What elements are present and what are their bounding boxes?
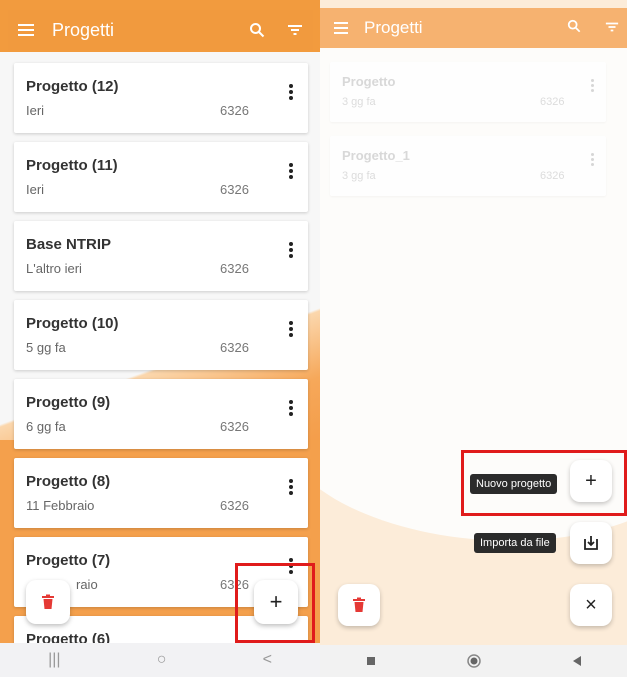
project-code: 6326 bbox=[540, 96, 565, 108]
project-code: 6326 bbox=[220, 498, 249, 513]
project-date: 6 gg fa bbox=[26, 419, 66, 434]
project-name: Progetto (11) bbox=[26, 157, 118, 174]
project-name: Progetto bbox=[342, 74, 396, 89]
more-options-icon[interactable] bbox=[288, 162, 294, 180]
project-date: 5 gg fa bbox=[26, 340, 66, 355]
back-button[interactable] bbox=[572, 655, 582, 667]
project-date: L'altro ieri bbox=[26, 261, 82, 276]
menu-icon[interactable] bbox=[334, 19, 348, 37]
back-button[interactable]: < bbox=[263, 651, 272, 669]
project-code: 6326 bbox=[220, 340, 249, 355]
recent-apps-button[interactable]: ||| bbox=[48, 651, 60, 669]
project-card[interactable]: Progetto (9) 6 gg fa 6326 bbox=[14, 379, 308, 449]
page-title: Progetti bbox=[52, 19, 115, 40]
project-date: 3 gg fa bbox=[342, 96, 376, 108]
more-options-icon[interactable] bbox=[288, 241, 294, 259]
import-file-button[interactable] bbox=[570, 522, 612, 564]
left-screen: Progetti Progetto (12) Ieri 6326 Progett… bbox=[0, 0, 320, 677]
project-code: 6326 bbox=[540, 170, 565, 182]
project-card[interactable]: Progetto 3 gg fa 6326 bbox=[330, 62, 606, 122]
project-code: 6326 bbox=[220, 103, 249, 118]
delete-button[interactable] bbox=[26, 580, 70, 624]
project-name: Progetto (10) bbox=[26, 315, 119, 332]
plus-icon: + bbox=[585, 469, 597, 492]
app-bar: Progetti bbox=[8, 10, 313, 50]
new-project-label[interactable]: Nuovo progetto bbox=[470, 474, 558, 494]
project-date: raio bbox=[76, 577, 98, 592]
home-button[interactable] bbox=[466, 654, 481, 668]
close-icon: × bbox=[585, 593, 597, 616]
import-file-label[interactable]: Importa da file bbox=[474, 533, 556, 553]
filter-icon[interactable] bbox=[605, 21, 619, 33]
trash-icon bbox=[353, 597, 365, 612]
search-icon[interactable] bbox=[567, 19, 581, 33]
delete-button[interactable] bbox=[338, 584, 380, 626]
more-options-icon[interactable] bbox=[288, 399, 294, 417]
right-screen: Progetti Progetto 3 gg fa 6326 Progetto_… bbox=[320, 0, 627, 677]
project-date: Ieri bbox=[26, 103, 45, 118]
project-name: Progetto_1 bbox=[342, 148, 410, 163]
project-name: Progetto (12) bbox=[26, 78, 119, 95]
project-card[interactable]: Base NTRIP L'altro ieri 6326 bbox=[14, 221, 308, 291]
more-options-icon[interactable] bbox=[590, 78, 594, 94]
project-code: 6326 bbox=[220, 261, 249, 276]
highlight-box bbox=[235, 563, 315, 643]
home-button[interactable]: ○ bbox=[157, 651, 167, 669]
page-title: Progetti bbox=[364, 18, 423, 37]
project-name: Base NTRIP bbox=[26, 236, 112, 253]
new-project-button[interactable]: + bbox=[570, 460, 612, 502]
more-options-icon[interactable] bbox=[288, 478, 294, 496]
app-bar: Progetti bbox=[320, 8, 627, 48]
project-code: 6326 bbox=[220, 182, 249, 197]
trash-icon bbox=[42, 594, 54, 609]
project-card[interactable]: Progetto (11) Ieri 6326 bbox=[14, 142, 308, 212]
project-date: Ieri bbox=[26, 182, 45, 197]
recent-apps-button[interactable] bbox=[366, 656, 376, 666]
search-icon[interactable] bbox=[249, 22, 265, 38]
project-date: 11 Febbraio bbox=[26, 498, 95, 513]
close-menu-button[interactable]: × bbox=[570, 584, 612, 626]
system-nav-bar: ||| ○ < bbox=[0, 643, 320, 677]
menu-icon[interactable] bbox=[18, 21, 34, 39]
system-nav-bar bbox=[320, 645, 627, 677]
project-name: Progetto (9) bbox=[26, 394, 111, 411]
project-date: 3 gg fa bbox=[342, 170, 376, 182]
import-icon bbox=[584, 536, 598, 550]
project-card[interactable]: Progetto (8) 11 Febbraio 6326 bbox=[14, 458, 308, 528]
project-card[interactable]: Progetto (12) Ieri 6326 bbox=[14, 63, 308, 133]
project-card[interactable]: Progetto_1 3 gg fa 6326 bbox=[330, 136, 606, 196]
filter-icon[interactable] bbox=[287, 24, 303, 36]
project-name: Progetto (7) bbox=[26, 552, 111, 569]
more-options-icon[interactable] bbox=[288, 320, 294, 338]
project-name: Progetto (8) bbox=[26, 473, 111, 490]
project-card[interactable]: Progetto (10) 5 gg fa 6326 bbox=[14, 300, 308, 370]
more-options-icon[interactable] bbox=[590, 152, 594, 168]
more-options-icon[interactable] bbox=[288, 83, 294, 101]
project-code: 6326 bbox=[220, 419, 249, 434]
